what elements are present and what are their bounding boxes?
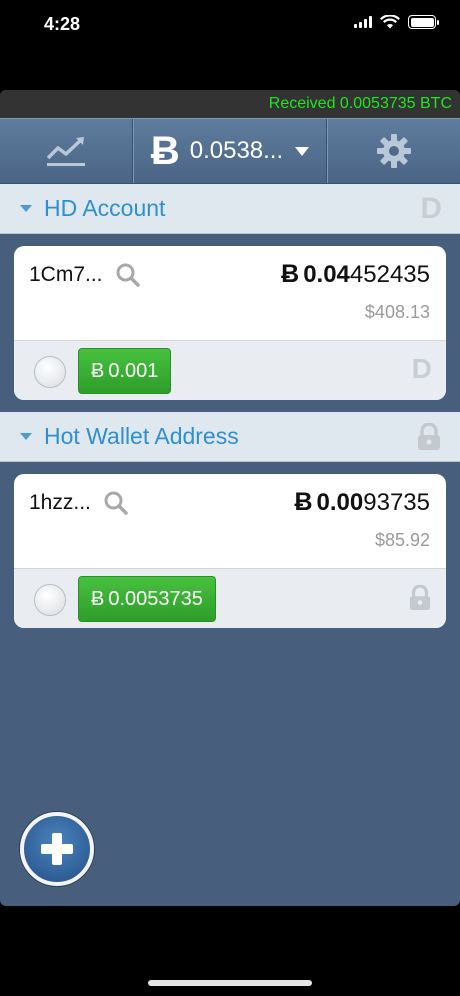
deterministic-badge: D: [420, 192, 442, 225]
signal-icon: [354, 16, 372, 28]
bitcoin-icon: Ƀ: [150, 129, 180, 173]
battery-icon: [408, 15, 439, 29]
btc-balance-main: 0.04: [303, 261, 350, 288]
btc-balance-rest: 93735: [363, 489, 430, 516]
section-hd-account[interactable]: HD Account D: [0, 184, 460, 234]
btc-balance-rest: 452435: [349, 261, 430, 288]
fiat-balance: $408.13: [364, 302, 430, 322]
add-account-button[interactable]: [20, 812, 94, 886]
chart-button[interactable]: [0, 119, 133, 183]
select-radio[interactable]: [34, 356, 66, 388]
btc-balance: Ƀ 0.04452435: [281, 260, 430, 289]
btc-balance: Ƀ 0.0093735: [294, 488, 430, 517]
chevron-down-icon: [20, 433, 32, 440]
account-card[interactable]: 1Cm7... Ƀ 0.04452435 $408.13 Ƀ 0.001 D: [14, 246, 446, 400]
chevron-down-icon: [295, 146, 310, 156]
bitcoin-icon: Ƀ: [91, 587, 105, 610]
status-bar: 4:28: [0, 0, 460, 50]
home-indicator[interactable]: [148, 980, 312, 986]
section-title: HD Account: [44, 195, 166, 221]
send-amount-button[interactable]: Ƀ 0.0053735: [78, 576, 216, 622]
notice-bar: Received 0.0053735 BTC: [0, 90, 460, 118]
lock-icon: [418, 423, 440, 450]
address-text: 1Cm7...: [29, 263, 103, 286]
wallet-app: Received 0.0053735 BTC Ƀ 0.0538... HD Ac…: [0, 90, 460, 906]
address-row: 1hzz...: [29, 490, 129, 516]
btc-balance-main: 0.00: [316, 489, 364, 516]
section-title: Hot Wallet Address: [44, 423, 239, 449]
search-icon[interactable]: [115, 262, 141, 288]
select-radio[interactable]: [34, 584, 66, 616]
plus-icon: [41, 833, 73, 865]
address-row: 1Cm7...: [29, 262, 141, 288]
status-time: 4:28: [44, 14, 81, 34]
address-text: 1hzz...: [29, 491, 91, 514]
account-card[interactable]: 1hzz... Ƀ 0.0093735 $85.92 Ƀ 0.0053735: [14, 474, 446, 628]
toolbar: Ƀ 0.0538...: [0, 118, 460, 184]
send-amount-button[interactable]: Ƀ 0.001: [78, 348, 172, 394]
send-amount-label: 0.0053735: [108, 587, 203, 610]
chevron-down-icon: [20, 205, 32, 212]
send-amount-label: 0.001: [108, 359, 159, 382]
received-notice: Received 0.0053735 BTC: [268, 95, 452, 112]
section-hot-wallet[interactable]: Hot Wallet Address: [0, 412, 460, 462]
wifi-icon: [380, 15, 400, 29]
search-icon[interactable]: [103, 490, 129, 516]
trend-chart-icon: [46, 137, 85, 166]
total-balance: 0.0538...: [189, 137, 284, 164]
balance-selector[interactable]: Ƀ 0.0538...: [133, 119, 327, 183]
settings-button[interactable]: [327, 119, 460, 183]
bitcoin-icon: Ƀ: [91, 359, 105, 382]
bitcoin-icon: Ƀ: [294, 488, 313, 516]
bitcoin-icon: Ƀ: [281, 260, 300, 288]
deterministic-badge: D: [411, 353, 432, 384]
gear-icon: [377, 134, 411, 168]
lock-icon: [409, 585, 431, 610]
status-icons: [354, 15, 439, 29]
fiat-balance: $85.92: [374, 530, 430, 550]
